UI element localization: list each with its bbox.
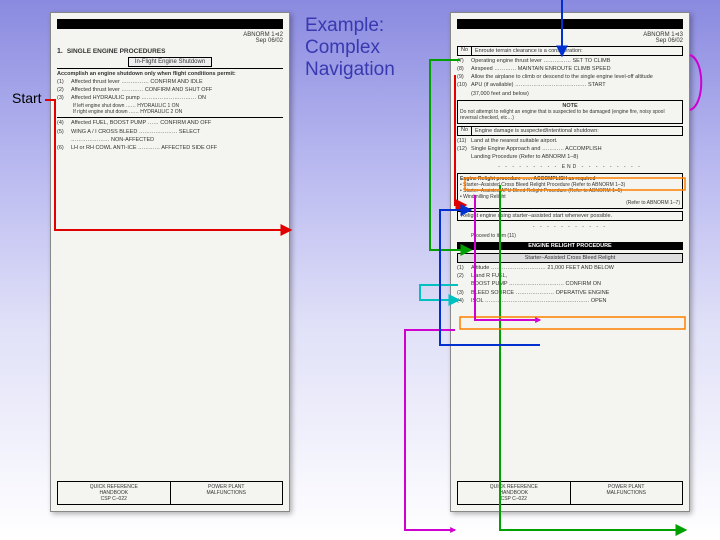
- checklist-subitem: If right engine shut down …… HYDRAULIC 2…: [57, 109, 283, 115]
- checklist-item: Single Engine Approach and ………… ACCOMPLI…: [471, 146, 683, 153]
- checklist-item: BOOST PUMP ………………………… CONFIRM ON: [471, 281, 683, 288]
- header-black-bar: [57, 19, 283, 29]
- sub-section-title: In-Flight Engine Shutdown: [128, 57, 212, 67]
- title-line-3: Navigation: [305, 59, 395, 81]
- page-date: Sep 06/02: [256, 38, 283, 44]
- title-line-1: Example:: [305, 15, 395, 37]
- note-box: NOTE Do not attempt to relight an engine…: [457, 100, 683, 124]
- checklist-page-right: ABNORM 1⊲3 Sep 06/02 No Enroute terrain …: [450, 12, 690, 512]
- checklist-item: ISOL ………………………………………………… OPEN: [471, 298, 683, 305]
- section-header: 1. SINGLE ENGINE PROCEDURES: [57, 48, 283, 55]
- start-label: Start: [12, 90, 42, 106]
- sub-title-box: Starter–Assisted Cross Bleed Relight: [457, 253, 683, 263]
- checklist-item: Landing Procedure (Refer to ABNORM 1–8): [471, 154, 683, 161]
- title-line-2: Complex: [305, 37, 395, 59]
- checklist-page-left: ABNORM 1⊲2 Sep 06/02 1. SINGLE ENGINE PR…: [50, 12, 290, 512]
- checklist-item: Affected thrust lever ………… CONFIRM AND S…: [71, 87, 283, 94]
- arrow-magenta-bracket: [690, 55, 701, 110]
- header-black-bar: [457, 19, 683, 29]
- proceed-text: Proceed to item (11): [457, 233, 683, 239]
- page-footer: QUICK REFERENCE HANDBOOK CSP C–022 POWER…: [57, 481, 283, 505]
- checklist-item: ………………… NON-AFFECTED: [71, 137, 283, 144]
- checklist-item: LH or RH COWL ANTI-ICE ………… AFFECTED SID…: [71, 145, 283, 152]
- section-black-bar: ENGINE RELIGHT PROCEDURE: [457, 242, 683, 250]
- checklist-item: Operating engine thrust lever …………… SET …: [471, 58, 683, 65]
- checklist-item: (37,000 feet and below): [471, 91, 683, 98]
- checklist-item: Land at the nearest suitable airport.: [471, 138, 683, 145]
- section-title: SINGLE ENGINE PROCEDURES: [67, 48, 166, 55]
- checklist-item: Airspeed ………… MAINTAIN ENROUTE CLIMB SPE…: [471, 66, 683, 73]
- checklist-item: Affected HYDRAULIC pump ………………………… ON: [71, 95, 283, 102]
- checklist-item: APU (if available) ………………………………… START: [471, 82, 683, 89]
- question-box: No Engine damage is suspected/intentiona…: [457, 126, 683, 136]
- checklist-item: Altitude ………………………… 21,000 FEET AND BELO…: [471, 265, 683, 272]
- page-date: Sep 06/02: [656, 38, 683, 44]
- checklist-item: Affected FUEL, BOOST PUMP …… CONFIRM AND…: [71, 120, 283, 127]
- relight-box: Engine Relight procedure …… ACCOMPLISH a…: [457, 173, 683, 209]
- arrow-magenta-bot: [405, 330, 455, 530]
- section-number: 1.: [57, 48, 63, 55]
- page-footer: QUICK REFERENCE HANDBOOK CSP C–022 POWER…: [457, 481, 683, 505]
- checklist-item: L and R FUEL,: [471, 273, 683, 280]
- checklist-item: BLEED SOURCE ………………… OPERATIVE ENGINE: [471, 290, 683, 297]
- end-marker: - - - - - - - - - END - - - - - - - - -: [457, 164, 683, 170]
- question-box: Relight engine using starter–assisted st…: [457, 211, 683, 221]
- instruction-text: Accomplish an engine shutdown only when …: [57, 71, 283, 77]
- slide-title: Example: Complex Navigation: [305, 15, 395, 81]
- checklist-item: Allow the airplane to climb or descend t…: [471, 74, 683, 81]
- checklist-item: Affected thrust lever …………… CONFIRM AND …: [71, 79, 283, 86]
- checklist-item: WING A / I CROSS BLEED ………………… SELECT: [71, 129, 283, 136]
- question-box: No Enroute terrain clearance is a consid…: [457, 46, 683, 56]
